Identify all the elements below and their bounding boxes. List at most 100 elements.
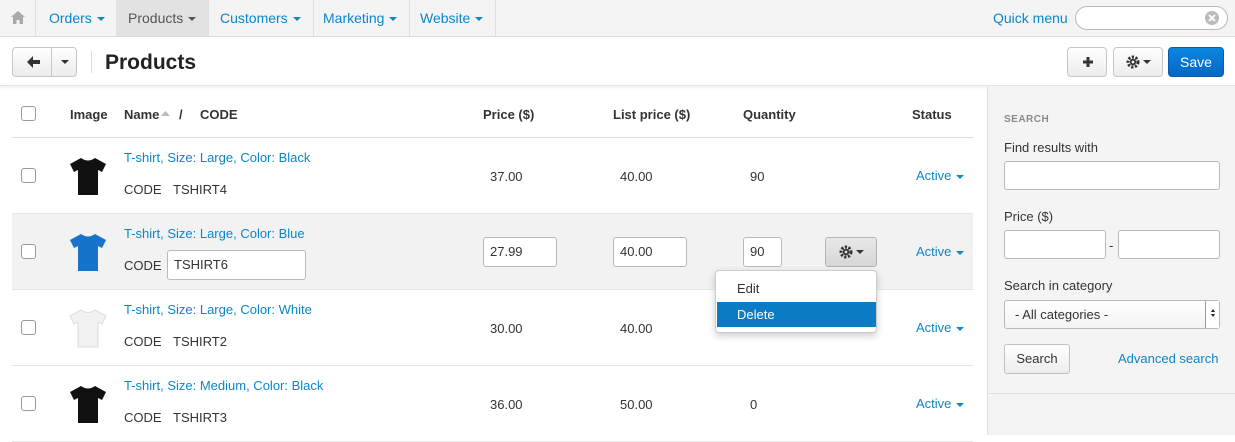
header-divider <box>91 51 92 73</box>
product-code: TSHIRT3 <box>173 410 227 425</box>
top-navigation: Orders Products Customers Marketing Webs… <box>0 0 1235 37</box>
price-value: 37.00 <box>490 169 523 184</box>
clear-icon[interactable] <box>1204 10 1220 26</box>
nav-orders[interactable]: Orders <box>37 0 118 36</box>
home-button[interactable] <box>0 0 36 36</box>
search-heading: SEARCH <box>1004 114 1050 125</box>
list-price-input[interactable]: 40.00 <box>613 237 687 267</box>
nav-marketing[interactable]: Marketing <box>311 0 411 36</box>
product-name-link[interactable]: T-shirt, Size: Large, Color: Blue <box>124 226 305 241</box>
back-button[interactable] <box>12 47 52 77</box>
status-dropdown[interactable]: Active <box>916 168 965 183</box>
price-to-input[interactable] <box>1118 230 1220 259</box>
menu-item-edit[interactable]: Edit <box>717 276 876 301</box>
code-label: CODE <box>124 334 162 349</box>
list-price-value: 40.00 <box>620 321 653 336</box>
tshirt-thumbnail[interactable] <box>69 232 107 272</box>
tshirt-thumbnail[interactable] <box>69 308 107 348</box>
add-product-button[interactable] <box>1067 47 1107 77</box>
chevron-down-icon <box>61 60 69 64</box>
category-label: Search in category <box>1004 278 1113 293</box>
list-price-value: 40.00 <box>620 169 653 184</box>
save-button[interactable]: Save <box>1168 47 1224 77</box>
chevron-down-icon <box>956 174 965 179</box>
row-actions-menu: Edit Delete <box>715 270 877 333</box>
search-button[interactable]: Search <box>1004 344 1070 374</box>
sidebar-divider <box>988 393 1235 394</box>
sort-asc-icon <box>161 111 170 116</box>
status-label: Active <box>916 320 952 335</box>
code-label: CODE <box>124 182 162 197</box>
advanced-search-link[interactable]: Advanced search <box>1118 351 1218 366</box>
top-search-input[interactable] <box>1075 6 1228 30</box>
column-code[interactable]: CODE <box>200 107 238 122</box>
back-dropdown-button[interactable] <box>51 47 77 77</box>
product-name-link[interactable]: T-shirt, Size: Large, Color: Black <box>124 150 310 165</box>
chevron-down-icon <box>956 402 965 407</box>
select-all-checkbox[interactable] <box>21 106 36 121</box>
chevron-down-icon <box>956 326 965 331</box>
menu-item-delete[interactable]: Delete <box>717 302 876 327</box>
price-from-input[interactable] <box>1004 230 1106 259</box>
column-separator: / <box>179 107 183 122</box>
settings-menu-button[interactable] <box>1113 47 1163 77</box>
category-select-value: - All categories - <box>1015 307 1109 322</box>
tshirt-thumbnail[interactable] <box>69 384 107 424</box>
column-name[interactable]: Name <box>124 107 159 122</box>
table-header: Image Name / CODE Price ($) List price (… <box>12 94 973 138</box>
column-status[interactable]: Status <box>912 107 952 122</box>
price-input[interactable]: 27.99 <box>483 237 557 267</box>
column-price[interactable]: Price ($) <box>483 107 534 122</box>
table-row: T-shirt, Size: Large, Color: Black CODE … <box>12 138 973 214</box>
chevron-down-icon <box>188 17 197 22</box>
nav-orders-label: Orders <box>49 10 92 26</box>
chevron-down-icon <box>475 17 484 22</box>
product-name-link[interactable]: T-shirt, Size: Medium, Color: Black <box>124 378 323 393</box>
status-label: Active <box>916 168 952 183</box>
gear-icon <box>839 245 864 259</box>
status-dropdown[interactable]: Active <box>916 396 965 411</box>
row-checkbox[interactable] <box>21 396 36 411</box>
page-header: Products Save <box>0 37 1235 86</box>
status-dropdown[interactable]: Active <box>916 320 965 335</box>
nav-customers-label: Customers <box>220 10 288 26</box>
nav-products-label: Products <box>128 10 184 26</box>
price-range-separator: - <box>1109 238 1114 253</box>
price-value: 30.00 <box>490 321 523 336</box>
column-quantity[interactable]: Quantity <box>743 107 796 122</box>
price-value: 36.00 <box>490 397 523 412</box>
nav-products[interactable]: Products <box>116 0 210 36</box>
code-label: CODE <box>124 258 162 273</box>
chevron-down-icon <box>292 17 301 22</box>
quick-menu-link[interactable]: Quick menu <box>993 10 1068 26</box>
find-results-input[interactable] <box>1004 161 1220 190</box>
gear-icon <box>1126 55 1151 69</box>
back-arrow-icon <box>27 56 40 68</box>
column-list-price[interactable]: List price ($) <box>613 107 690 122</box>
row-settings-button[interactable] <box>825 237 877 267</box>
quantity-input[interactable]: 90 <box>743 237 782 267</box>
code-label: CODE <box>124 410 162 425</box>
product-code-input[interactable]: TSHIRT6 <box>167 250 306 280</box>
quantity-value: 0 <box>750 397 758 412</box>
row-checkbox[interactable] <box>21 244 36 259</box>
search-sidebar: SEARCH Find results with Price ($) - Sea… <box>987 86 1235 435</box>
chevron-down-icon <box>96 17 105 22</box>
nav-website[interactable]: Website <box>408 0 497 36</box>
row-checkbox[interactable] <box>21 168 36 183</box>
chevron-down-icon <box>389 17 398 22</box>
tshirt-thumbnail[interactable] <box>69 156 107 196</box>
product-name-link[interactable]: T-shirt, Size: Large, Color: White <box>124 302 312 317</box>
column-image: Image <box>70 107 108 122</box>
price-label: Price ($) <box>1004 209 1054 224</box>
product-code: TSHIRT4 <box>173 182 227 197</box>
product-code: TSHIRT2 <box>173 334 227 349</box>
status-dropdown[interactable]: Active <box>916 244 965 259</box>
find-results-label: Find results with <box>1004 140 1098 155</box>
plus-icon <box>1083 57 1093 67</box>
category-select[interactable]: - All categories - <box>1004 300 1220 329</box>
status-label: Active <box>916 244 952 259</box>
table-row: T-shirt, Size: Medium, Color: Black CODE… <box>12 366 973 442</box>
nav-customers[interactable]: Customers <box>208 0 314 36</box>
row-checkbox[interactable] <box>21 320 36 335</box>
